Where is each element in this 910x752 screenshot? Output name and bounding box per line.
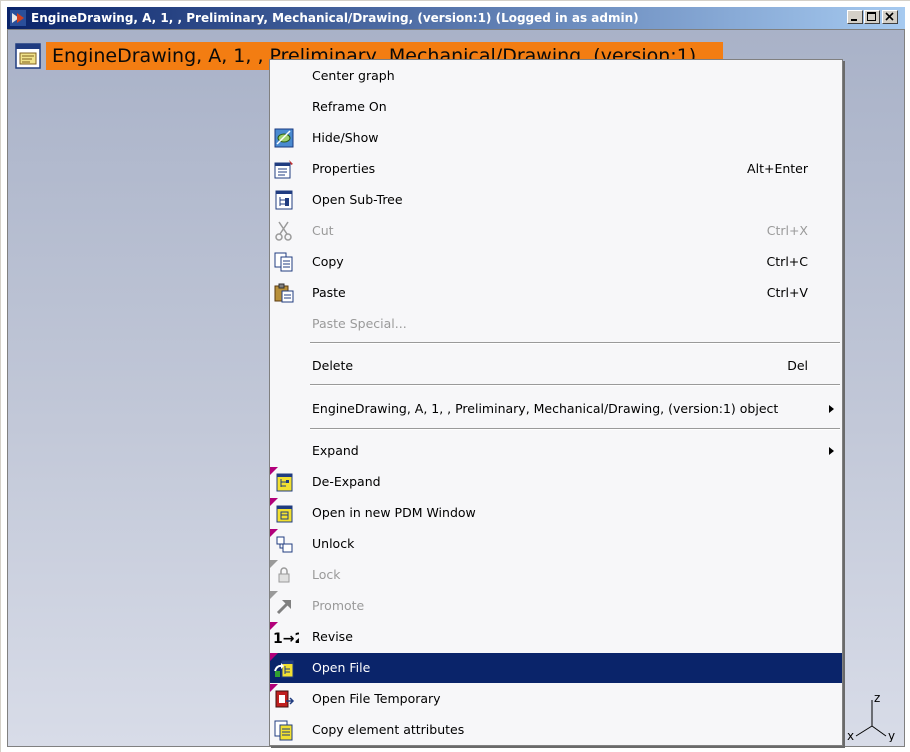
menu-item-label: Promote (312, 598, 365, 613)
unlock-icon (276, 536, 293, 553)
menu-item-label: De-Expand (312, 474, 381, 489)
maximize-icon (867, 12, 876, 21)
sub-tree-icon (275, 190, 293, 210)
menu-item-open-in-new-pdm-window[interactable]: Open in new PDM Window (270, 498, 842, 528)
menu-item-cut[interactable]: Cut Ctrl+X (270, 216, 842, 246)
drawing-document-icon (15, 43, 41, 69)
menu-item-label: Expand (312, 443, 359, 458)
properties-icon (274, 160, 293, 179)
open-file-icon (274, 660, 294, 678)
menu-item-shortcut: Ctrl+X (766, 223, 808, 238)
menu-item-label: Paste (312, 285, 346, 300)
menu-item-revise[interactable]: 1→2 Revise (270, 622, 842, 652)
submenu-arrow-icon (829, 405, 834, 413)
window-title: EngineDrawing, A, 1, , Preliminary, Mech… (31, 11, 639, 25)
scissors-icon (275, 221, 292, 241)
revise-icon: 1→2 (273, 631, 299, 647)
submenu-arrow-icon (829, 447, 834, 455)
menu-item-promote[interactable]: Promote (270, 591, 842, 621)
menu-item-copy[interactable]: Copy Ctrl+C (270, 247, 842, 277)
menu-item-label: Lock (312, 567, 341, 582)
menu-item-label: Open File (312, 660, 371, 675)
axis-z-label: z (874, 691, 880, 705)
menu-separator (310, 428, 840, 430)
axis-x-label: x (847, 729, 854, 742)
menu-item-shortcut: Ctrl+V (766, 285, 808, 300)
menu-item-label: Center graph (312, 68, 395, 83)
menu-item-open-file-temporary[interactable]: Open File Temporary (270, 684, 842, 714)
menu-separator (310, 384, 840, 386)
promote-icon (276, 600, 291, 615)
menu-item-label: Cut (312, 223, 334, 238)
menu-item-label: Unlock (312, 536, 355, 551)
menu-item-open-sub-tree[interactable]: Open Sub-Tree (270, 185, 842, 215)
menu-item-paste[interactable]: Paste Ctrl+V (270, 278, 842, 308)
menu-item-open-file[interactable]: Open File (270, 653, 842, 683)
menu-item-delete[interactable]: Delete Del (270, 351, 842, 381)
menu-separator (310, 342, 840, 344)
menu-item-label: Paste Special... (312, 316, 407, 331)
menu-item-shortcut: Del (787, 358, 808, 373)
menu-item-paste-special[interactable]: Paste Special... (270, 309, 842, 339)
menu-item-label: Delete (312, 358, 354, 373)
de-expand-icon (276, 473, 293, 492)
maximize-button[interactable] (864, 10, 880, 24)
open-file-temporary-icon (275, 690, 295, 708)
application-window: EngineDrawing, A, 1, , Preliminary, Mech… (0, 0, 910, 752)
menu-item-copy-element-attributes[interactable]: Copy element attributes (270, 715, 842, 745)
menu-item-center-graph[interactable]: Center graph (270, 61, 842, 91)
menu-item-label: Open Sub-Tree (312, 192, 403, 207)
axis-y-label: y (888, 729, 895, 742)
menu-item-label: Hide/Show (312, 130, 379, 145)
menu-item-properties[interactable]: Properties Alt+Enter (270, 154, 842, 184)
menu-item-reframe-on[interactable]: Reframe On (270, 92, 842, 122)
menu-item-unlock[interactable]: Unlock (270, 529, 842, 559)
menu-item-lock[interactable]: Lock (270, 560, 842, 590)
menu-item-expand[interactable]: Expand (270, 436, 842, 466)
copy-attributes-icon (274, 720, 293, 741)
menu-item-label: Reframe On (312, 99, 387, 114)
revise-icon-text: 1→2 (273, 631, 299, 647)
minimize-icon (851, 19, 857, 21)
menu-item-label: Copy (312, 254, 344, 269)
menu-item-label: Revise (312, 629, 353, 644)
title-bar[interactable]: EngineDrawing, A, 1, , Preliminary, Mech… (7, 7, 905, 29)
minimize-button[interactable] (847, 10, 863, 24)
pdm-window-icon (276, 505, 293, 523)
lock-icon (278, 567, 290, 583)
menu-item-shortcut: Alt+Enter (747, 161, 808, 176)
app-icon (10, 10, 26, 26)
menu-item-object-submenu[interactable]: EngineDrawing, A, 1, , Preliminary, Mech… (270, 394, 842, 424)
menu-item-hide-show[interactable]: Hide/Show (270, 123, 842, 153)
close-icon (885, 12, 894, 21)
menu-item-label: Copy element attributes (312, 722, 465, 737)
paste-icon (274, 283, 294, 303)
menu-item-de-expand[interactable]: De-Expand (270, 467, 842, 497)
menu-item-shortcut: Ctrl+C (766, 254, 808, 269)
hide-show-icon (274, 128, 294, 148)
compass-axis-icon: z x y (847, 691, 895, 742)
context-menu: Center graph Reframe On Hide/Show Proper… (269, 59, 843, 746)
menu-item-label: Open in new PDM Window (312, 505, 476, 520)
menu-item-label: Properties (312, 161, 376, 176)
copy-icon (274, 252, 293, 272)
close-button[interactable] (882, 10, 898, 24)
menu-item-label: Open File Temporary (312, 691, 441, 706)
menu-item-label: EngineDrawing, A, 1, , Preliminary, Mech… (312, 401, 779, 416)
